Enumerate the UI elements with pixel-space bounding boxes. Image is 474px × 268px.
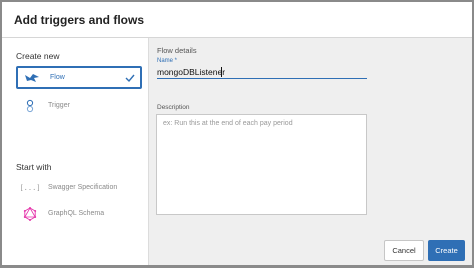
dialog-header: Add triggers and flows — [2, 2, 472, 38]
name-input[interactable] — [157, 66, 367, 79]
option-swagger-label: Swagger Specification — [48, 184, 118, 191]
option-swagger[interactable]: [...] Swagger Specification — [16, 176, 142, 199]
trigger-icon — [22, 99, 38, 113]
flow-bird-icon — [24, 71, 40, 85]
sidebar: Create new Flow Trigger Start with [...]… — [2, 38, 149, 265]
flow-details-heading: Flow details — [157, 46, 197, 55]
checkmark-icon — [124, 71, 136, 89]
dialog-body: Create new Flow Trigger Start with [...]… — [2, 38, 472, 265]
flow-details-panel: Flow details Name * Description Cancel C… — [149, 38, 472, 265]
cancel-button[interactable]: Cancel — [384, 240, 424, 261]
text-cursor — [221, 67, 222, 77]
create-button[interactable]: Create — [428, 240, 465, 261]
dialog-title: Add triggers and flows — [14, 12, 145, 27]
description-textarea[interactable] — [156, 114, 367, 215]
option-trigger[interactable]: Trigger — [16, 94, 142, 117]
create-new-heading: Create new — [16, 51, 60, 61]
start-with-heading: Start with — [16, 162, 52, 172]
swagger-brackets-icon: [...] — [19, 183, 41, 192]
add-triggers-dialog: Add triggers and flows Create new Flow T… — [2, 2, 472, 265]
option-trigger-label: Trigger — [48, 102, 70, 109]
option-flow[interactable]: Flow — [16, 66, 142, 89]
option-graphql[interactable]: GraphQL Schema — [16, 202, 142, 225]
description-label: Description — [157, 104, 190, 111]
name-field-label: Name * — [157, 58, 178, 64]
graphql-icon — [22, 206, 38, 221]
option-graphql-label: GraphQL Schema — [48, 210, 105, 217]
option-flow-label: Flow — [50, 74, 65, 81]
